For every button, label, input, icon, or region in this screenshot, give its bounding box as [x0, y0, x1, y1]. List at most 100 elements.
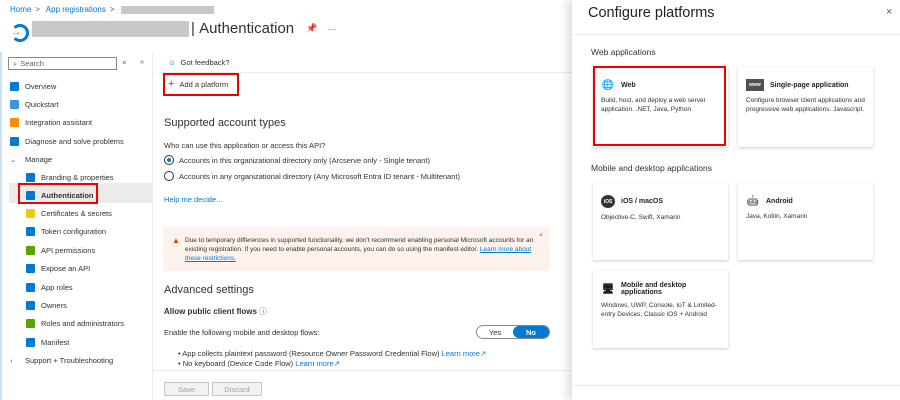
token-icon	[26, 226, 35, 236]
info-icon[interactable]: ⓘ	[259, 307, 267, 316]
sidebar-scrollbar[interactable]	[0, 52, 2, 400]
public-flows-label: Allow public client flows ⓘ	[164, 306, 267, 317]
platform-card-mobile-and-desktop-applications[interactable]: 🖥 Mobile and desktop applications Windows,…	[593, 270, 728, 348]
panel-divider	[572, 34, 900, 35]
sidebar-item-label: Roles and administrators	[41, 318, 124, 328]
wrench-icon	[10, 136, 19, 146]
radio-single-tenant[interactable]: Accounts in this organizational director…	[164, 155, 430, 165]
sidebar-item-quickstart[interactable]: Quickstart	[10, 97, 59, 111]
sidebar-item-label: Owners	[41, 300, 67, 310]
feedback-label: Got feedback?	[180, 58, 230, 67]
sidebar-item-integration-assistant[interactable]: Integration assistant	[10, 115, 92, 129]
sidebar-item-label: Token configuration	[41, 226, 107, 236]
radio-label: Accounts in any organizational directory…	[179, 171, 460, 181]
sidebar-item-manage[interactable]: ⌄ Manage	[10, 152, 52, 166]
learn-more-link[interactable]: Learn more	[295, 359, 333, 368]
warning-banner: ▲ Due to temporary differences in suppor…	[163, 227, 550, 271]
sidebar-item-branding-properties[interactable]: Branding & properties	[26, 170, 114, 184]
sidebar-item-label: App roles	[41, 282, 73, 292]
chevron-down-icon: ⌄	[10, 154, 17, 164]
flows-list: • App collects plaintext password (Resou…	[178, 349, 486, 369]
account-question: Who can use this application or access t…	[164, 141, 326, 150]
sidebar-item-label: Integration assistant	[25, 117, 93, 127]
sidebar-item-overview[interactable]: Overview	[10, 79, 56, 93]
more-icon[interactable]: ···	[327, 24, 336, 34]
radio-icon	[164, 171, 174, 181]
card-header: 🤖 Android	[746, 195, 865, 207]
www-icon: www	[746, 79, 764, 91]
feedback-icon: ☺	[168, 58, 176, 67]
public-flows-toggle[interactable]: Yes No	[476, 325, 550, 339]
sidebar-item-support-troubleshooting[interactable]: › Support + Troubleshooting	[10, 353, 113, 367]
radio-multitenant[interactable]: Accounts in any organizational directory…	[164, 171, 460, 181]
platform-card-single-page-application[interactable]: www Single-page application Configure brow…	[738, 67, 873, 147]
discard-button[interactable]: Discard	[212, 382, 262, 396]
help-me-decide-link[interactable]: Help me decide...	[164, 195, 222, 204]
save-button[interactable]: Save	[164, 382, 209, 396]
sidebar-item-label: Quickstart	[25, 99, 59, 109]
card-description: Configure browser client applications an…	[746, 97, 865, 113]
highlight-authentication	[18, 183, 98, 204]
flow-item: • App collects plaintext password (Resou…	[178, 349, 487, 358]
enable-flows-label: Enable the following mobile and desktop …	[164, 328, 320, 337]
sidebar-item-manifest[interactable]: Manifest	[26, 335, 69, 349]
close-warning-icon[interactable]: ×	[539, 231, 543, 240]
sidebar-item-label: Diagnose and solve problems	[25, 136, 124, 146]
sidebar-item-certificates-secrets[interactable]: Certificates & secrets	[26, 206, 112, 220]
key-icon	[26, 208, 35, 218]
sidebar-item-label: Certificates & secrets	[41, 208, 112, 218]
mobile-desktop-heading: Mobile and desktop applications	[591, 163, 712, 173]
search-input[interactable]: ⌕ Search	[8, 57, 117, 70]
quickstart-icon	[10, 99, 19, 109]
card-description: Objective-C, Swift, Xamarin	[601, 214, 681, 221]
redacted-app-name	[120, 5, 214, 14]
learn-more-link[interactable]: Learn more	[442, 349, 480, 358]
sidebar-item-roles-and-administrators[interactable]: Roles and administrators	[26, 316, 124, 330]
sidebar-item-token-configuration[interactable]: Token configuration	[26, 224, 106, 238]
sidebar-item-api-permissions[interactable]: API permissions	[26, 243, 95, 257]
card-title: Mobile and desktop applications	[621, 282, 687, 296]
breadcrumb-home[interactable]: Home	[10, 5, 31, 14]
sidebar-item-expose-an-api[interactable]: Expose an API	[26, 261, 90, 275]
authentication-icon: →	[11, 24, 29, 42]
card-header: 🖥 Mobile and desktop applications	[601, 282, 720, 296]
card-header: www Single-page application	[746, 79, 865, 91]
app-roles-icon	[26, 282, 35, 292]
toggle-yes[interactable]: Yes	[477, 326, 513, 338]
sidebar-item-diagnose-and-solve-problems[interactable]: Diagnose and solve problems	[10, 134, 124, 148]
search-icon: ⌕	[13, 58, 18, 68]
android-icon: 🤖	[746, 195, 760, 207]
roles-icon	[26, 318, 35, 328]
platform-card-android[interactable]: 🤖 Android Java, Kotlin, Xamarin	[738, 183, 873, 260]
desktop-icon: 🖥	[601, 283, 615, 295]
external-link-icon: ↗	[333, 359, 340, 368]
breadcrumb-app-registrations[interactable]: App registrations	[46, 5, 106, 14]
sidebar-item-app-roles[interactable]: App roles	[26, 280, 73, 294]
platform-card-ios-macos[interactable]: iOS iOS / macOS Objective-C, Swift, Xamari…	[593, 183, 728, 260]
web-applications-heading: Web applications	[591, 47, 656, 57]
sidebar-item-label: Expose an API	[41, 263, 91, 273]
sidebar-item-owners[interactable]: Owners	[26, 298, 67, 312]
sidebar-item-label: Manage	[25, 154, 53, 164]
radio-icon	[164, 155, 174, 165]
page-title-text: Authentication	[199, 20, 295, 37]
flow-text: No keyboard (Device Code Flow)	[182, 359, 294, 368]
feedback-button[interactable]: ☺ Got feedback?	[168, 58, 229, 67]
cloud-icon	[26, 263, 35, 273]
sidebar-item-label: Overview	[25, 81, 57, 91]
card-description: Java, Kotlin, Xamarin	[746, 213, 808, 220]
panel-footer-divider	[572, 385, 900, 386]
supported-account-types-heading: Supported account types	[164, 117, 286, 129]
sidebar-item-label: Branding & properties	[41, 172, 114, 182]
highlight-web-card	[593, 66, 726, 146]
card-header: iOS iOS / macOS	[601, 195, 720, 208]
redacted-app-name	[32, 20, 189, 37]
card-title: Single-page application	[770, 81, 849, 89]
radio-label: Accounts in this organizational director…	[179, 155, 430, 165]
clear-search-icon[interactable]: ×	[122, 58, 126, 67]
manifest-icon	[26, 337, 35, 347]
toggle-no[interactable]: No	[513, 326, 549, 338]
collapse-sidebar-icon[interactable]: «	[140, 57, 144, 66]
close-panel-icon[interactable]: ×	[886, 6, 892, 18]
pin-icon[interactable]: 📌	[306, 23, 317, 34]
